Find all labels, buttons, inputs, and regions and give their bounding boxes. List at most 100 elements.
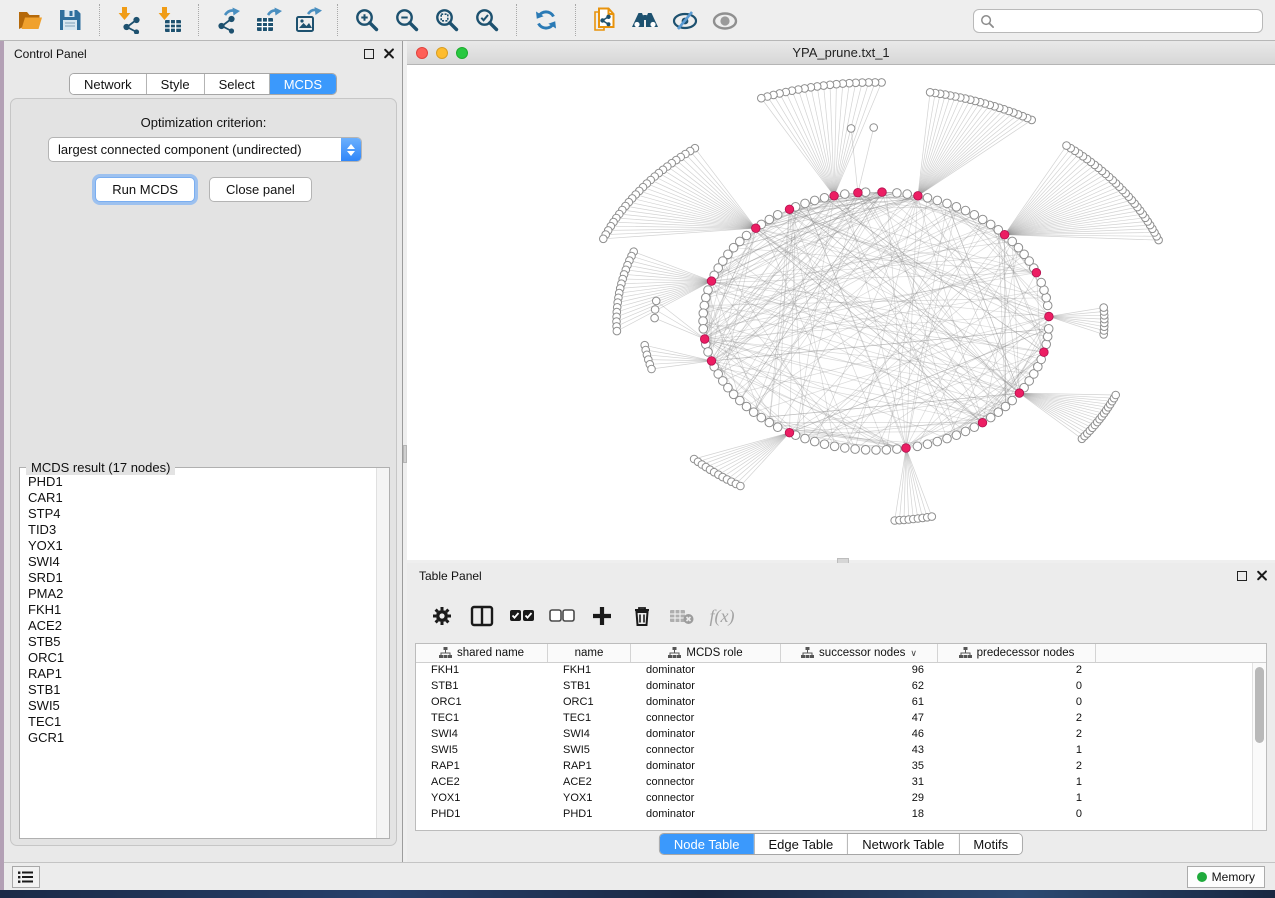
share-document-icon[interactable] (590, 5, 620, 35)
table-row[interactable]: TEC1TEC1connector472 (416, 711, 1252, 727)
table-cell[interactable]: 2 (938, 663, 1096, 679)
table-cell[interactable]: FKH1 (548, 663, 631, 679)
export-network-icon[interactable] (213, 5, 243, 35)
table-cell[interactable]: TEC1 (548, 711, 631, 727)
task-history-button[interactable] (12, 866, 40, 888)
table-row[interactable]: RAP1RAP1dominator352 (416, 759, 1252, 775)
table-row[interactable]: ORC1ORC1dominator610 (416, 695, 1252, 711)
export-image-icon[interactable] (293, 5, 323, 35)
table-cell[interactable]: connector (631, 743, 781, 759)
column-header-name[interactable]: name (548, 644, 631, 662)
table-row[interactable]: YOX1YOX1connector291 (416, 791, 1252, 807)
table-cell[interactable]: 62 (781, 679, 938, 695)
table-cell[interactable]: 0 (938, 695, 1096, 711)
table-cell[interactable]: RAP1 (548, 759, 631, 775)
table-cell[interactable]: 29 (781, 791, 938, 807)
float-panel-icon[interactable] (364, 49, 374, 59)
table-cell[interactable]: dominator (631, 759, 781, 775)
table-cell[interactable]: SWI5 (416, 743, 548, 759)
export-table-icon[interactable] (253, 5, 283, 35)
zoom-selected-icon[interactable] (472, 5, 502, 35)
search-input[interactable] (995, 11, 1262, 31)
table-row[interactable]: ACE2ACE2connector311 (416, 775, 1252, 791)
table-scrollbar-thumb[interactable] (1255, 667, 1264, 743)
column-header-MCDS-role[interactable]: MCDS role (631, 644, 781, 662)
list-item[interactable]: CAR1 (21, 490, 375, 506)
table-cell[interactable]: 1 (938, 743, 1096, 759)
table-cell[interactable]: dominator (631, 663, 781, 679)
create-column-icon[interactable] (589, 603, 615, 629)
list-item[interactable]: PHD1 (21, 474, 375, 490)
tab-node-table[interactable]: Node Table (660, 834, 754, 854)
mcds-result-scrollbar[interactable] (376, 468, 389, 838)
memory-button[interactable]: Memory (1187, 866, 1265, 888)
table-cell[interactable]: 96 (781, 663, 938, 679)
list-item[interactable]: YOX1 (21, 538, 375, 554)
close-panel-icon[interactable] (383, 48, 394, 59)
open-session-icon[interactable] (15, 5, 45, 35)
tab-select[interactable]: Select (204, 74, 269, 94)
table-cell[interactable]: connector (631, 775, 781, 791)
save-session-icon[interactable] (55, 5, 85, 35)
table-cell[interactable]: 31 (781, 775, 938, 791)
table-scrollbar[interactable] (1252, 663, 1266, 830)
column-header-predecessor-nodes[interactable]: predecessor nodes (938, 644, 1096, 662)
tab-network[interactable]: Network (70, 74, 146, 94)
table-cell[interactable]: 43 (781, 743, 938, 759)
network-view[interactable] (407, 65, 1275, 560)
search-box[interactable] (973, 9, 1263, 33)
table-row[interactable]: SWI4SWI4dominator462 (416, 727, 1252, 743)
table-cell[interactable]: 2 (938, 759, 1096, 775)
table-cell[interactable]: ORC1 (548, 695, 631, 711)
table-cell[interactable]: 61 (781, 695, 938, 711)
list-item[interactable]: GCR1 (21, 730, 375, 746)
column-header-successor-nodes[interactable]: successor nodes∨ (781, 644, 938, 662)
float-panel-icon[interactable] (1237, 571, 1247, 581)
table-cell[interactable]: STB1 (548, 679, 631, 695)
table-cell[interactable]: SWI4 (548, 727, 631, 743)
table-cell[interactable]: YOX1 (416, 791, 548, 807)
table-cell[interactable]: ORC1 (416, 695, 548, 711)
table-cell[interactable]: dominator (631, 679, 781, 695)
table-cell[interactable]: SWI5 (548, 743, 631, 759)
tab-network-table[interactable]: Network Table (847, 834, 958, 854)
zoom-fit-icon[interactable] (432, 5, 462, 35)
list-item[interactable]: FKH1 (21, 602, 375, 618)
list-item[interactable]: SWI4 (21, 554, 375, 570)
list-item[interactable]: STB1 (21, 682, 375, 698)
delete-column-trash-icon[interactable] (629, 603, 655, 629)
network-window-titlebar[interactable]: YPA_prune.txt_1 (407, 41, 1275, 65)
table-row[interactable]: FKH1FKH1dominator962 (416, 663, 1252, 679)
table-cell[interactable]: TEC1 (416, 711, 548, 727)
table-cell[interactable]: 35 (781, 759, 938, 775)
show-graphics-details-icon[interactable] (710, 5, 740, 35)
tab-edge-table[interactable]: Edge Table (753, 834, 847, 854)
table-cell[interactable]: connector (631, 791, 781, 807)
refresh-view-icon[interactable] (531, 5, 561, 35)
table-cell[interactable]: RAP1 (416, 759, 548, 775)
unselect-all-columns-icon[interactable] (549, 603, 575, 629)
table-cell[interactable]: 47 (781, 711, 938, 727)
table-cell[interactable]: 1 (938, 775, 1096, 791)
hide-graphics-details-icon[interactable] (670, 5, 700, 35)
tab-style[interactable]: Style (146, 74, 204, 94)
table-row[interactable]: SWI5SWI5connector431 (416, 743, 1252, 759)
column-header-shared-name[interactable]: shared name (416, 644, 548, 662)
select-all-columns-icon[interactable] (509, 603, 535, 629)
tab-motifs[interactable]: Motifs (958, 834, 1022, 854)
list-item[interactable]: SRD1 (21, 570, 375, 586)
list-item[interactable]: TEC1 (21, 714, 375, 730)
table-cell[interactable]: ACE2 (416, 775, 548, 791)
list-item[interactable]: STB5 (21, 634, 375, 650)
import-network-icon[interactable] (114, 5, 144, 35)
list-item[interactable]: ACE2 (21, 618, 375, 634)
import-table-icon[interactable] (154, 5, 184, 35)
table-cell[interactable]: dominator (631, 727, 781, 743)
zoom-in-icon[interactable] (352, 5, 382, 35)
table-cell[interactable]: ACE2 (548, 775, 631, 791)
table-cell[interactable]: YOX1 (548, 791, 631, 807)
network-search-binoculars-icon[interactable] (630, 5, 660, 35)
table-row[interactable]: PHD1PHD1dominator180 (416, 807, 1252, 823)
list-item[interactable]: SWI5 (21, 698, 375, 714)
table-cell[interactable]: 2 (938, 727, 1096, 743)
